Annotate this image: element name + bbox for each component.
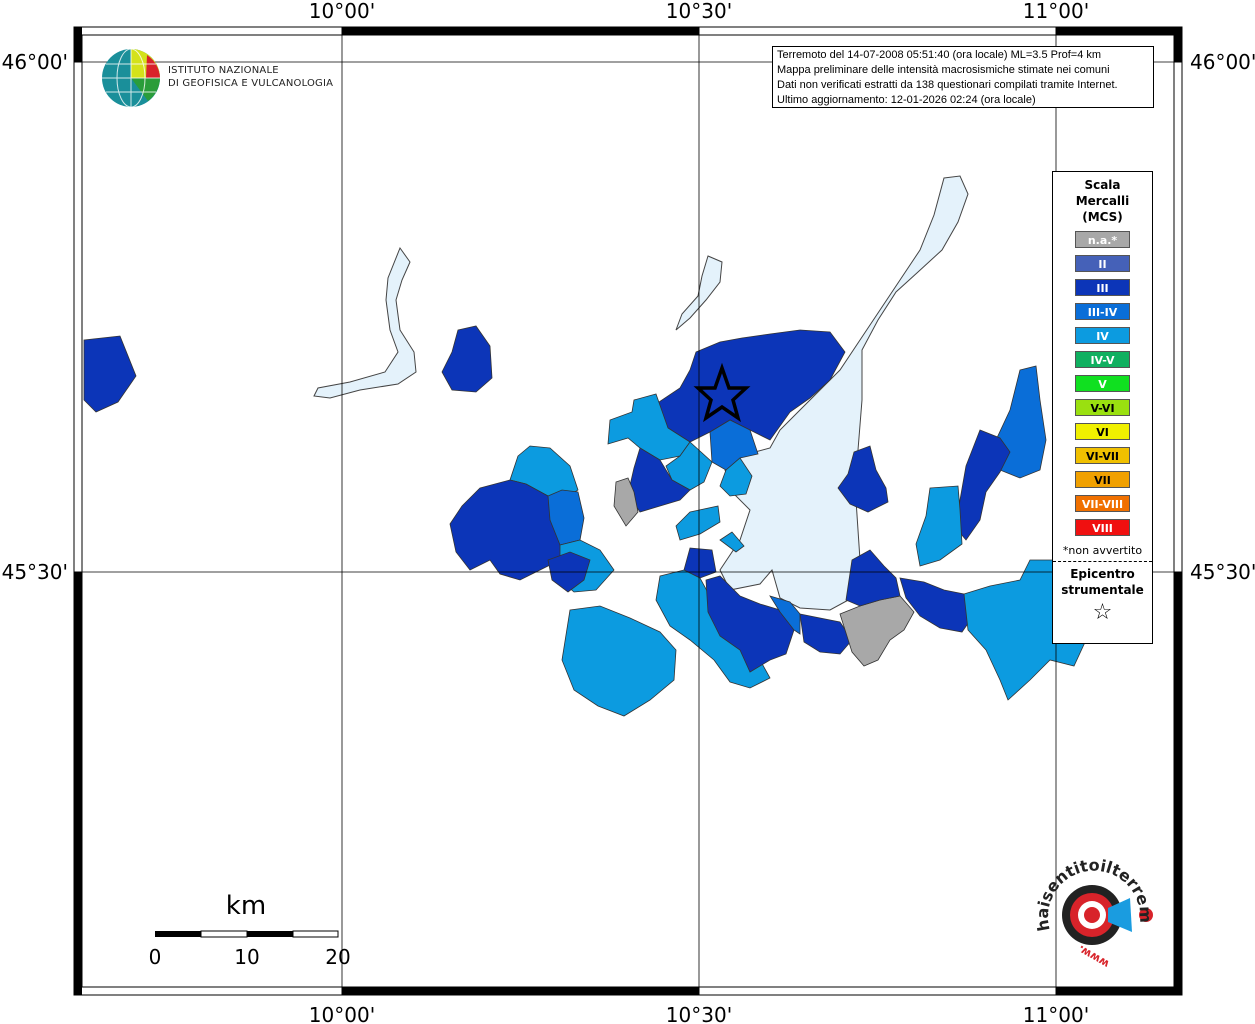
scale-tick-20: 20 xyxy=(325,945,350,969)
legend-swatch-5: IV-V xyxy=(1075,351,1130,368)
legend-swatch-3: III-IV xyxy=(1075,303,1130,320)
legend-swatch-1: II xyxy=(1075,255,1130,272)
lon-label-bottom-2: 10°30' xyxy=(666,1003,732,1024)
legend-divider xyxy=(1053,561,1152,562)
info-line-1: Terremoto del 14-07-2008 05:51:40 (ora l… xyxy=(777,49,1102,61)
legend-swatches: n.a.* II III III-IV IV IV-V V V-VI VI VI-VII VII VI… xyxy=(1053,231,1152,536)
scale-tick-10: 10 xyxy=(234,945,259,969)
mcs-legend: Scala Mercalli (MCS) n.a.* II III III-IV IV I… xyxy=(1052,171,1153,644)
info-line-3: Dati non verificati estratti da 138 ques… xyxy=(777,79,1118,91)
legend-swatch-10: VII xyxy=(1075,471,1130,488)
legend-swatch-8: VI xyxy=(1075,423,1130,440)
lat-label-right-1: 46°00' xyxy=(1190,50,1255,74)
ingv-line-1: ISTITUTO NAZIONALE xyxy=(168,65,279,76)
lon-label-top-3: 11°00' xyxy=(1023,0,1089,23)
ingv-line-2: DI GEOFISICA E VULCANOLOGIA xyxy=(168,78,334,89)
legend-swatch-2: III xyxy=(1075,279,1130,296)
legend-swatch-4: IV xyxy=(1075,327,1130,344)
info-line-4: Ultimo aggiornamento: 12-01-2026 02:24 (… xyxy=(777,94,1036,106)
lon-label-bottom-3: 11°00' xyxy=(1023,1003,1089,1024)
info-line-2: Mappa preliminare delle intensità macros… xyxy=(777,64,1110,76)
lon-label-top-2: 10°30' xyxy=(666,0,732,23)
ingv-logo-text: ISTITUTO NAZIONALE DI GEOFISICA E VULCAN… xyxy=(168,64,333,90)
legend-title: Scala Mercalli (MCS) xyxy=(1075,178,1130,224)
legend-epicenter-star-icon: ☆ xyxy=(1092,600,1113,625)
legend-swatch-11: VII-VIII xyxy=(1075,495,1130,512)
legend-swatch-0: n.a.* xyxy=(1075,231,1130,248)
scale-tick-0: 0 xyxy=(149,945,162,969)
lon-label-bottom-1: 10°00' xyxy=(309,1003,375,1024)
ingv-logo-icon xyxy=(102,48,160,108)
lon-label-top-1: 10°00' xyxy=(309,0,375,23)
legend-note: *non avvertito xyxy=(1062,544,1143,557)
legend-epicenter-label: Epicentro strumentale xyxy=(1061,567,1144,597)
legend-swatch-12: VIII xyxy=(1075,519,1130,536)
legend-swatch-6: V xyxy=(1075,375,1130,392)
earthquake-info-box: Terremoto del 14-07-2008 05:51:40 (ora l… xyxy=(772,46,1154,108)
lat-label-left-2: 45°30' xyxy=(2,560,68,584)
scale-unit: km xyxy=(226,891,266,921)
legend-swatch-9: VI-VII xyxy=(1075,447,1130,464)
lat-label-left-1: 46°00' xyxy=(2,50,68,74)
lat-label-right-2: 45°30' xyxy=(1190,560,1255,584)
legend-swatch-7: V-VI xyxy=(1075,399,1130,416)
